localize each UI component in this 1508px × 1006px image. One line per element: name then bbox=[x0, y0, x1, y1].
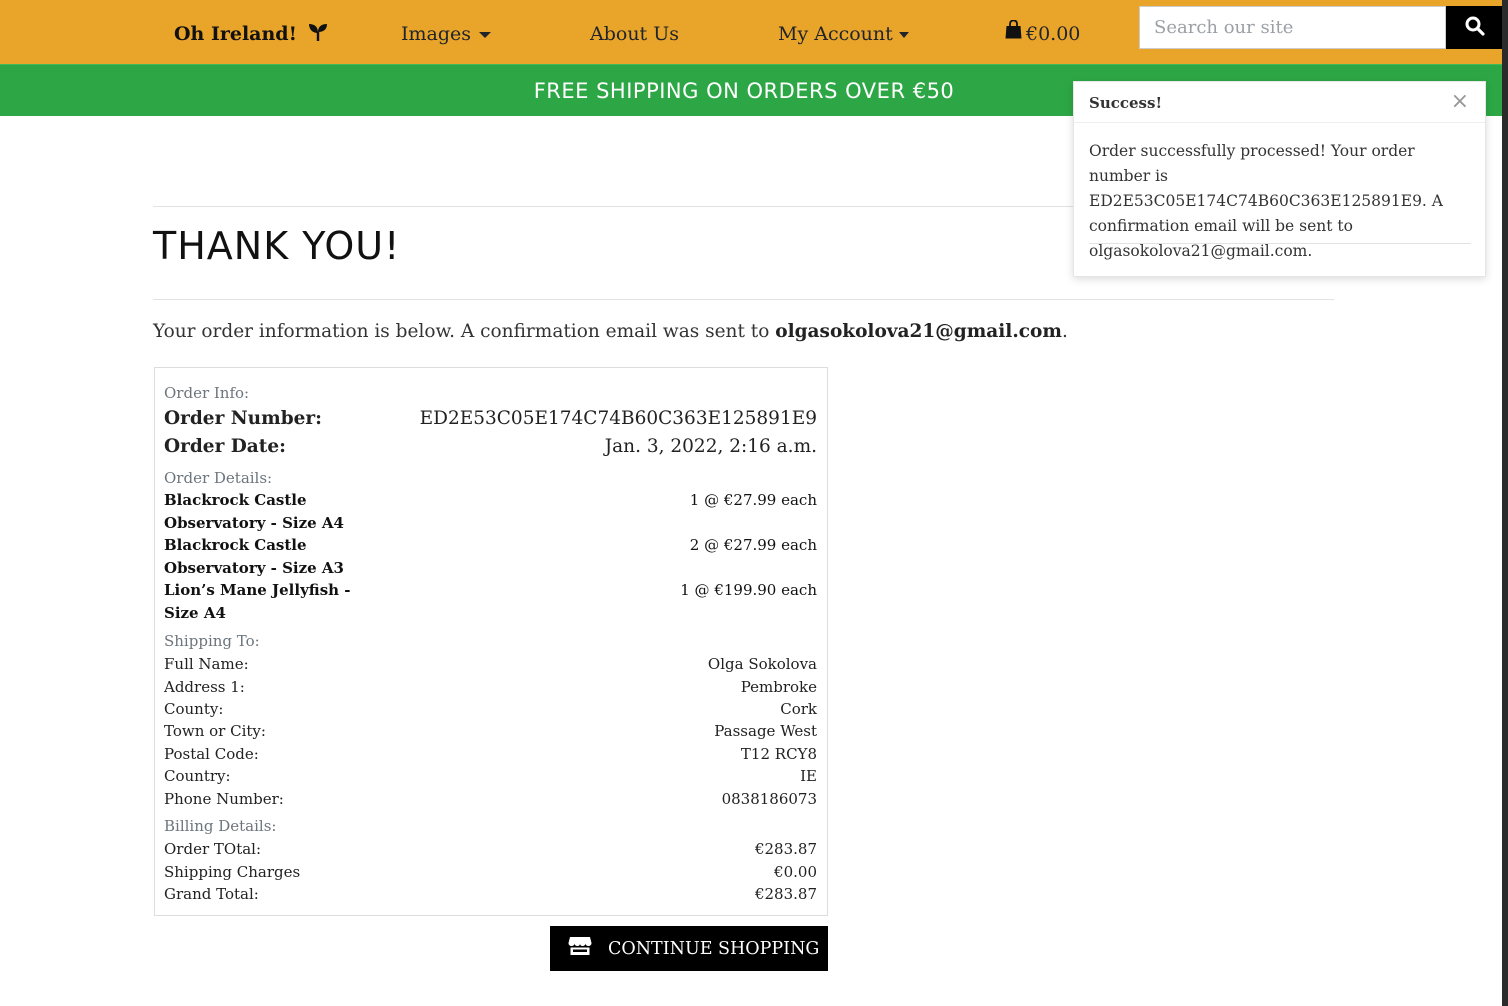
brand-link[interactable]: Oh Ireland! bbox=[174, 0, 328, 64]
shipping-field-value: Pembroke bbox=[740, 678, 817, 696]
nav-images-label: Images bbox=[401, 23, 472, 45]
order-summary-card: Order Info: Order Number: ED2E53C05E174C… bbox=[154, 367, 828, 916]
search-input[interactable] bbox=[1139, 6, 1446, 49]
continue-shopping-button[interactable]: CONTINUE SHOPPING bbox=[550, 926, 828, 971]
order-date-value: Jan. 3, 2022, 2:16 a.m. bbox=[604, 436, 817, 457]
window-edge bbox=[1502, 0, 1508, 1006]
intro-suffix: . bbox=[1061, 321, 1068, 342]
shipping-field-value: T12 RCY8 bbox=[740, 745, 817, 763]
billing-field-label: Order TOtal: bbox=[164, 840, 262, 858]
shipping-field-label: Country: bbox=[164, 767, 231, 785]
shipping-field-value: Olga Sokolova bbox=[707, 655, 817, 673]
shipping-field-value: Cork bbox=[780, 700, 817, 718]
billing-field-value: €283.87 bbox=[754, 885, 817, 903]
order-number-value: ED2E53C05E174C74B60C363E125891E9 bbox=[419, 408, 817, 429]
close-icon[interactable]: × bbox=[1451, 89, 1469, 114]
search-form bbox=[1139, 6, 1503, 49]
divider bbox=[1089, 243, 1471, 244]
billing-field-label: Grand Total: bbox=[164, 885, 259, 903]
success-toast: Success! × Order successfully processed!… bbox=[1073, 81, 1486, 277]
line-item-name: Blackrock Castle Observatory - Size A4 bbox=[164, 491, 344, 532]
intro-email: olgasokolova21@gmail.com bbox=[775, 321, 1062, 342]
section-label: Order Details: bbox=[164, 469, 273, 487]
store-icon bbox=[568, 936, 592, 961]
toast-header: Success! × bbox=[1074, 82, 1485, 123]
nav-account-label: My Account bbox=[778, 23, 893, 45]
section-label: Shipping To: bbox=[164, 632, 260, 650]
nav-about-label: About Us bbox=[590, 23, 679, 45]
page-title: THANK YOU! bbox=[153, 224, 401, 268]
shipping-field-value: 0838186073 bbox=[721, 790, 817, 808]
shipping-field-label: Address 1: bbox=[164, 678, 245, 696]
line-item-name: Blackrock Castle Observatory - Size A3 bbox=[164, 536, 344, 577]
intro-text: Your order information is below. A confi… bbox=[153, 321, 1068, 342]
intro-prefix: Your order information is below. A confi… bbox=[153, 321, 776, 342]
order-number-label: Order Number: bbox=[164, 408, 322, 429]
toast-title: Success! bbox=[1089, 94, 1163, 112]
shipping-field-label: Postal Code: bbox=[164, 745, 259, 763]
section-label: Order Info: bbox=[164, 384, 250, 402]
section-label: Billing Details: bbox=[164, 817, 277, 835]
line-item-quantity: 2 @ €27.99 each bbox=[689, 536, 817, 554]
search-button[interactable] bbox=[1446, 6, 1503, 49]
top-navbar: Oh Ireland! Images About Us My Account €… bbox=[0, 0, 1508, 64]
shipping-field-label: County: bbox=[164, 700, 224, 718]
nav-about-link[interactable]: About Us bbox=[590, 0, 679, 64]
brand-label: Oh Ireland! bbox=[174, 23, 297, 45]
divider bbox=[153, 299, 1334, 300]
toast-message: Order successfully processed! Your order… bbox=[1089, 142, 1443, 260]
nav-images-dropdown[interactable]: Images bbox=[401, 0, 492, 64]
shipping-field-value: IE bbox=[800, 767, 817, 785]
caret-down-icon bbox=[898, 32, 909, 38]
shopping-bag-icon bbox=[1005, 0, 1022, 67]
continue-shopping-label: CONTINUE SHOPPING bbox=[608, 938, 820, 959]
order-date-label: Order Date: bbox=[164, 436, 286, 457]
caret-down-icon bbox=[479, 32, 492, 38]
cart-total: €0.00 bbox=[1026, 23, 1081, 45]
search-icon bbox=[1465, 16, 1485, 39]
cart-link[interactable]: €0.00 bbox=[1005, 0, 1080, 64]
nav-account-dropdown[interactable]: My Account bbox=[778, 0, 909, 64]
line-item-quantity: 1 @ €27.99 each bbox=[689, 491, 817, 509]
line-item-name: Lion’s Mane Jellyfish - Size A4 bbox=[164, 581, 351, 622]
billing-field-label: Shipping Charges bbox=[164, 863, 301, 881]
shipping-field-label: Phone Number: bbox=[164, 790, 284, 808]
shipping-field-label: Town or City: bbox=[164, 722, 266, 740]
line-item-quantity: 1 @ €199.90 each bbox=[680, 581, 817, 599]
shipping-field-label: Full Name: bbox=[164, 655, 249, 673]
shipping-field-value: Passage West bbox=[714, 722, 817, 740]
billing-field-value: €0.00 bbox=[774, 863, 817, 881]
billing-field-value: €283.87 bbox=[754, 840, 817, 858]
sprout-icon bbox=[308, 1, 328, 69]
